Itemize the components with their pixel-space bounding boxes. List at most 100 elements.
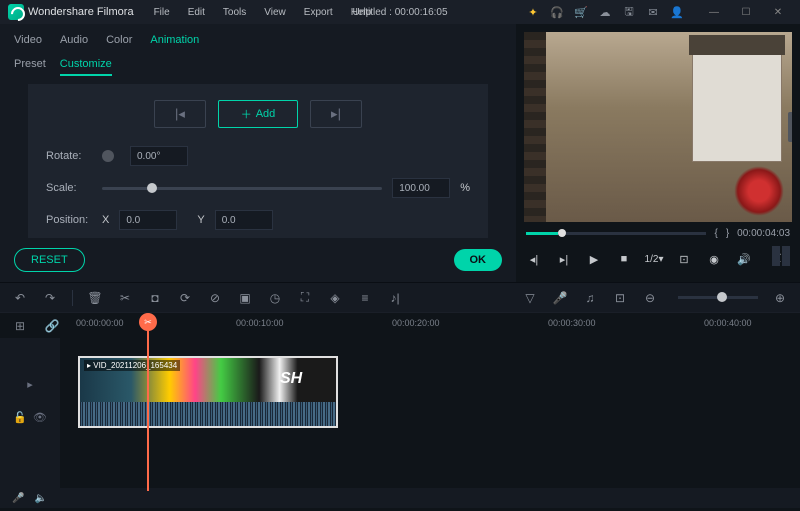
ruler-1: 00:00:10:00 bbox=[236, 318, 284, 328]
pos-x-value[interactable]: 0.0 bbox=[119, 210, 177, 230]
speed-button[interactable]: ⟳ bbox=[177, 290, 193, 306]
menu-file[interactable]: File bbox=[146, 4, 178, 21]
duration-button[interactable]: ◷ bbox=[267, 290, 283, 306]
play-button[interactable]: ▶ bbox=[586, 251, 602, 267]
playback-controls: ◂| ▸| ▶ ■ 1/2 ▾ ⊡ ◉ 🔊 ⛶ bbox=[516, 245, 800, 273]
zoom-thumb[interactable] bbox=[717, 292, 727, 302]
maximize-button[interactable]: ☐ bbox=[732, 2, 760, 22]
menu-export[interactable]: Export bbox=[296, 4, 341, 21]
panel-footer: RESET OK bbox=[0, 238, 516, 282]
subtab-preset[interactable]: Preset bbox=[14, 58, 46, 76]
crop-button[interactable]: ◘ bbox=[147, 290, 163, 306]
zoom-slider[interactable] bbox=[678, 296, 758, 299]
next-keyframe-button[interactable]: ▸| bbox=[310, 100, 362, 128]
position-row: Position: X 0.0 Y 0.0 bbox=[46, 210, 470, 230]
reset-button[interactable]: RESET bbox=[14, 248, 85, 272]
account-icon[interactable]: 👤 bbox=[670, 5, 684, 19]
music-button[interactable]: ♫ bbox=[582, 290, 598, 306]
preview-viewport[interactable]: 34s bbox=[524, 32, 792, 222]
snapshot-button[interactable]: ◉ bbox=[706, 251, 722, 267]
ruler-4: 00:00:40:00 bbox=[704, 318, 752, 328]
ok-button[interactable]: OK bbox=[454, 249, 503, 271]
tips-icon[interactable]: ✦ bbox=[526, 5, 540, 19]
timeline-ruler: ⊞ 🔗 00:00:00:00 00:00:10:00 00:00:20:00 … bbox=[0, 312, 800, 338]
subtab-customize[interactable]: Customize bbox=[60, 58, 112, 76]
play-pause-button[interactable]: ▸| bbox=[556, 251, 572, 267]
pos-y-value[interactable]: 0.0 bbox=[215, 210, 273, 230]
media-bin-icon[interactable]: ⊞ bbox=[12, 318, 28, 334]
audio-detach-button[interactable]: ♪| bbox=[387, 290, 403, 306]
preview-panel: 34s { } 00:00:04:03 ◂| ▸| ▶ ■ 1/2 ▾ ⊡ ◉ … bbox=[516, 24, 800, 282]
track-area[interactable]: SH ▸ VID_20211206_165434 bbox=[60, 338, 800, 488]
ruler-2: 00:00:20:00 bbox=[392, 318, 440, 328]
support-icon[interactable]: 🎧 bbox=[550, 5, 564, 19]
split-button[interactable]: ✂ bbox=[117, 290, 133, 306]
freeze-button[interactable]: ▣ bbox=[237, 290, 253, 306]
delete-button[interactable]: 🗑 bbox=[87, 290, 103, 306]
track-add-icon[interactable]: ▸ bbox=[27, 378, 33, 391]
scale-row: Scale: 100.00 % bbox=[46, 178, 470, 198]
visibility-icon[interactable]: 👁 bbox=[33, 411, 47, 424]
voiceover-button[interactable]: 🎤 bbox=[552, 290, 568, 306]
tab-animation[interactable]: Animation bbox=[150, 34, 199, 50]
marker-button[interactable]: ▽ bbox=[522, 290, 538, 306]
progress-fill bbox=[526, 232, 558, 235]
adjust-button[interactable]: ≡ bbox=[357, 290, 373, 306]
app-name: Wondershare Filmora bbox=[28, 6, 134, 18]
record-button[interactable]: ⊡ bbox=[612, 290, 628, 306]
menu-edit[interactable]: Edit bbox=[180, 4, 213, 21]
preview-building bbox=[692, 52, 782, 162]
pos-y-label: Y bbox=[197, 214, 204, 226]
timeline: ▸ 🔓 👁 SH ▸ VID_20211206_165434 bbox=[0, 338, 800, 488]
status-mic-icon[interactable]: 🎤 bbox=[12, 493, 24, 504]
prev-keyframe-button[interactable]: |◂ bbox=[154, 100, 206, 128]
divider bbox=[72, 290, 73, 306]
brace-open[interactable]: { bbox=[714, 228, 717, 239]
scale-thumb[interactable] bbox=[147, 183, 157, 193]
progress-row: { } 00:00:04:03 bbox=[516, 222, 800, 245]
keyframe-button[interactable]: ◈ bbox=[327, 290, 343, 306]
cloud-icon[interactable]: ☁ bbox=[598, 5, 612, 19]
step-back-button[interactable]: ◂| bbox=[526, 251, 542, 267]
playhead-line bbox=[147, 331, 149, 491]
store-icon[interactable]: 🛒 bbox=[574, 5, 588, 19]
rotate-label: Rotate: bbox=[46, 150, 92, 162]
video-clip[interactable]: SH ▸ VID_20211206_165434 bbox=[78, 356, 338, 428]
volume-button[interactable]: 🔊 bbox=[736, 251, 752, 267]
fit-button[interactable]: ⛶ bbox=[297, 290, 313, 306]
menu-tools[interactable]: Tools bbox=[215, 4, 254, 21]
clip-waveform bbox=[80, 402, 336, 428]
position-label: Position: bbox=[46, 214, 92, 226]
undo-button[interactable]: ↶ bbox=[12, 290, 28, 306]
reverse-button[interactable]: ⊘ bbox=[207, 290, 223, 306]
add-keyframe-button[interactable]: ＋Add bbox=[218, 100, 298, 128]
link-icon[interactable]: 🔗 bbox=[44, 318, 60, 334]
minimize-button[interactable]: — bbox=[700, 2, 728, 22]
tab-color[interactable]: Color bbox=[106, 34, 132, 50]
notification-icon[interactable]: ✉ bbox=[646, 5, 660, 19]
ruler-3: 00:00:30:00 bbox=[548, 318, 596, 328]
menu-view[interactable]: View bbox=[256, 4, 294, 21]
rotate-dial[interactable] bbox=[102, 150, 114, 162]
playhead-handle[interactable]: ✂ bbox=[139, 313, 157, 331]
tab-video[interactable]: Video bbox=[14, 34, 42, 50]
ruler-track[interactable]: 00:00:00:00 00:00:10:00 00:00:20:00 00:0… bbox=[76, 313, 788, 338]
progress-bar[interactable] bbox=[526, 232, 706, 235]
brace-close[interactable]: } bbox=[726, 228, 729, 239]
status-speaker-icon[interactable]: 🔈 bbox=[34, 493, 46, 504]
properties-panel: Video Audio Color Animation Preset Custo… bbox=[0, 24, 516, 282]
lock-icon[interactable]: 🔓 bbox=[13, 411, 27, 424]
property-tabs: Video Audio Color Animation bbox=[0, 24, 516, 58]
redo-button[interactable]: ↷ bbox=[42, 290, 58, 306]
scale-slider[interactable] bbox=[102, 187, 382, 190]
titlebar: Wondershare Filmora File Edit Tools View… bbox=[0, 0, 800, 24]
scale-value[interactable]: 100.00 bbox=[392, 178, 450, 198]
save-icon[interactable]: 🖫 bbox=[622, 5, 636, 19]
zoom-out-button[interactable]: ⊖ bbox=[642, 290, 658, 306]
stop-button[interactable]: ■ bbox=[616, 251, 632, 267]
progress-thumb[interactable] bbox=[558, 229, 566, 237]
tab-audio[interactable]: Audio bbox=[60, 34, 88, 50]
rotate-value[interactable]: 0.00° bbox=[130, 146, 188, 166]
speed-selector[interactable]: 1/2 ▾ bbox=[646, 251, 662, 267]
display-button[interactable]: ⊡ bbox=[676, 251, 692, 267]
